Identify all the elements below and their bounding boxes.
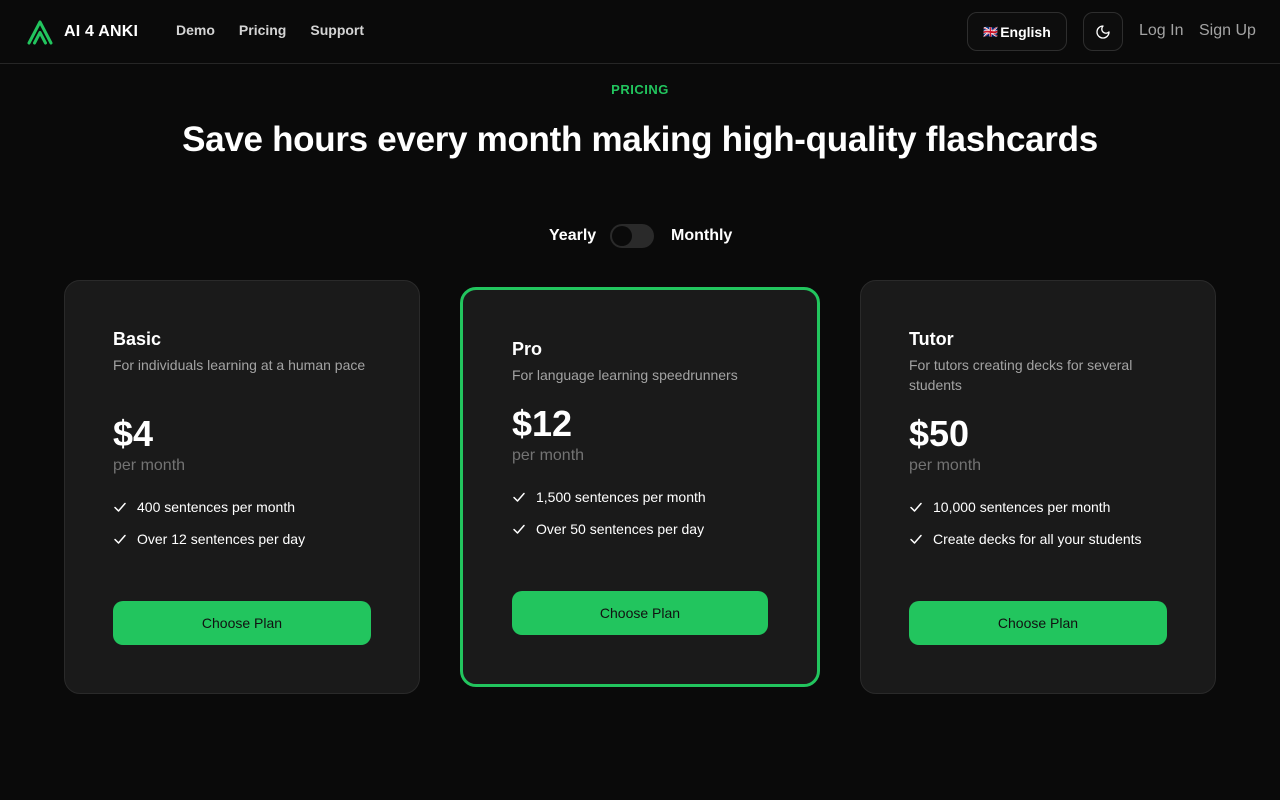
main-nav: Demo Pricing Support	[176, 22, 364, 38]
billing-switch-knob	[612, 226, 632, 246]
plan-card-tutor: Tutor For tutors creating decks for seve…	[860, 280, 1216, 694]
feature-item: Over 12 sentences per day	[113, 529, 371, 549]
nav-support-link[interactable]: Support	[310, 22, 364, 38]
monthly-label: Monthly	[671, 227, 733, 244]
brand-home-link[interactable]: AI 4 ANKI	[24, 16, 138, 48]
feature-text: Over 50 sentences per day	[536, 521, 705, 537]
plan-description: For tutors creating decks for several st…	[909, 357, 1133, 393]
feature-text: Over 12 sentences per day	[137, 531, 306, 547]
billing-period-toggle: Yearly Monthly	[0, 224, 1280, 248]
plan-description: For language learning speedrunners	[512, 367, 738, 383]
uk-flag-icon: 🇬🇧	[983, 24, 999, 39]
page-title: Save hours every month making high-quali…	[182, 120, 1098, 159]
plan-price: $12	[512, 403, 573, 444]
check-icon	[910, 534, 922, 544]
plan-card-basic: Basic For individuals learning at a huma…	[64, 280, 420, 694]
choose-plan-pro-button[interactable]: Choose Plan	[512, 591, 768, 635]
nav-pricing-link[interactable]: Pricing	[239, 22, 286, 38]
feature-list: 10,000 sentences per month Create decks …	[909, 497, 1167, 549]
feature-item: 10,000 sentences per month	[909, 497, 1167, 517]
plan-description: For individuals learning at a human pace	[113, 357, 366, 373]
feature-text: Create decks for all your students	[933, 531, 1142, 547]
plan-card-pro: Pro For language learning speedrunners $…	[460, 287, 820, 687]
feature-item: Over 50 sentences per day	[512, 519, 768, 539]
check-icon	[114, 534, 126, 544]
plan-period: per month	[113, 457, 186, 474]
anki-triangle-logo-icon	[27, 20, 53, 45]
feature-item: Create decks for all your students	[909, 529, 1167, 549]
check-icon	[910, 502, 922, 512]
plan-name: Tutor	[909, 329, 954, 349]
billing-switch[interactable]	[610, 224, 654, 248]
plan-price: $50	[909, 413, 970, 454]
plan-price: $4	[113, 413, 154, 454]
plan-period: per month	[909, 457, 982, 474]
feature-list: 1,500 sentences per month Over 50 senten…	[512, 487, 768, 539]
feature-list: 400 sentences per month Over 12 sentence…	[113, 497, 371, 549]
nav-demo-link[interactable]: Demo	[176, 22, 215, 38]
theme-toggle-button[interactable]	[1083, 12, 1123, 51]
brand-name: AI 4 ANKI	[64, 23, 139, 40]
check-icon	[114, 502, 126, 512]
choose-plan-basic-button[interactable]: Choose Plan	[113, 601, 371, 645]
choose-plan-tutor-button[interactable]: Choose Plan	[909, 601, 1167, 645]
plan-name: Basic	[113, 329, 162, 349]
plan-name: Pro	[512, 339, 543, 359]
feature-text: 10,000 sentences per month	[933, 499, 1111, 515]
top-nav-bar: AI 4 ANKI Demo Pricing Support 🇬🇧 Englis…	[0, 0, 1280, 64]
moon-icon	[1096, 24, 1110, 39]
check-icon	[513, 492, 525, 502]
language-selector-button[interactable]: 🇬🇧 English	[967, 12, 1067, 51]
feature-text: 1,500 sentences per month	[536, 489, 706, 505]
plan-period: per month	[512, 447, 585, 464]
feature-text: 400 sentences per month	[137, 499, 295, 515]
section-eyebrow: PRICING	[611, 82, 669, 97]
language-label: English	[1000, 23, 1051, 40]
check-icon	[513, 524, 525, 534]
login-link[interactable]: Log In	[1139, 22, 1183, 40]
feature-item: 1,500 sentences per month	[512, 487, 768, 507]
yearly-label: Yearly	[549, 227, 597, 244]
feature-item: 400 sentences per month	[113, 497, 371, 517]
signup-link[interactable]: Sign Up	[1199, 22, 1256, 40]
